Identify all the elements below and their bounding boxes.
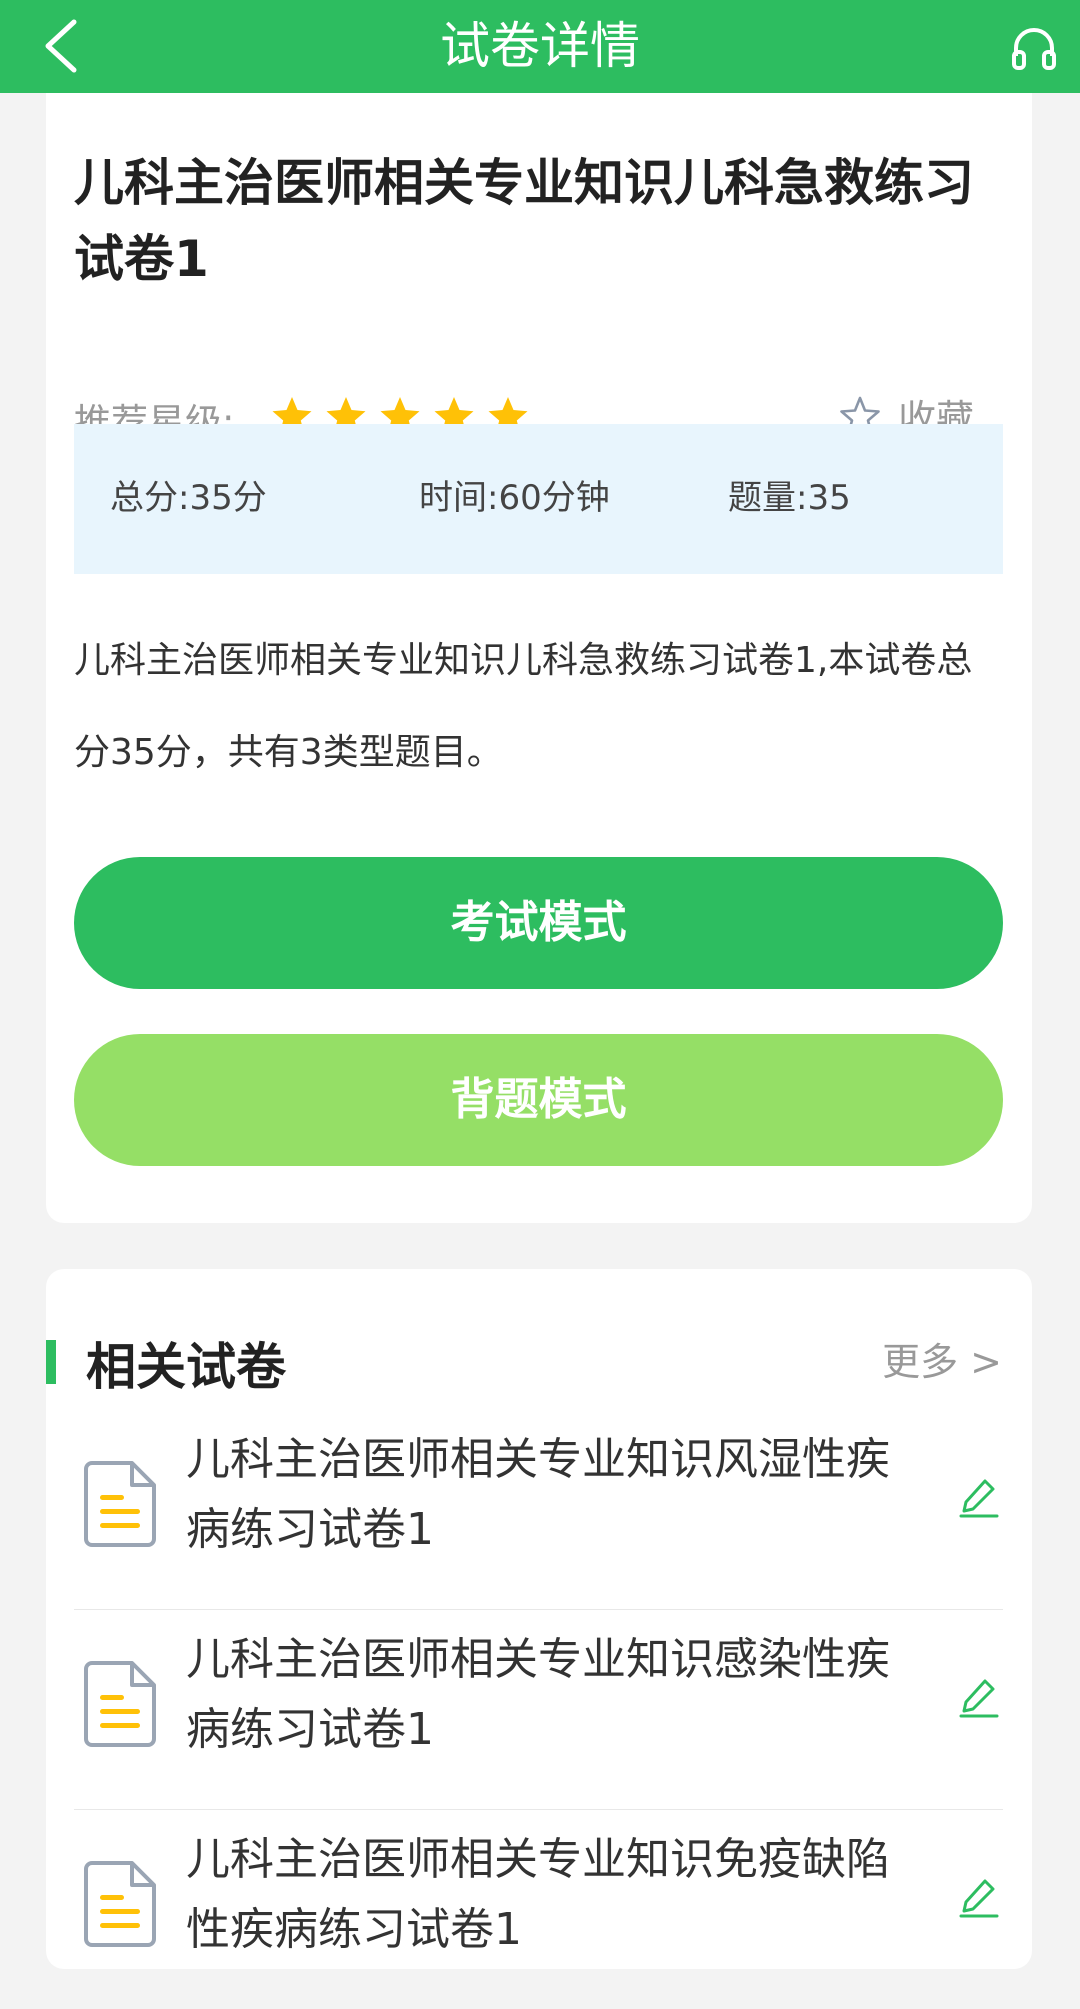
question-count: 题量:35 bbox=[728, 478, 851, 518]
headset-icon bbox=[1012, 28, 1056, 70]
more-link[interactable]: 更多 > bbox=[882, 1331, 1002, 1386]
paper-stats: 总分:35分 时间:60分钟 题量:35 bbox=[74, 424, 1003, 574]
recite-mode-button[interactable]: 背题模式 bbox=[74, 1034, 1003, 1166]
paper-description: 儿科主治医师相关专业知识儿科急救练习试卷1,本试卷总分35分，共有3类型题目。 bbox=[74, 640, 973, 773]
related-paper-title: 儿科主治医师相关专业知识风湿性疾病练习试卷1 bbox=[186, 1434, 890, 1555]
section-accent-bar bbox=[46, 1340, 56, 1384]
total-score: 总分:35分 bbox=[110, 478, 267, 518]
headset-button[interactable] bbox=[1008, 22, 1060, 74]
exam-mode-button[interactable]: 考试模式 bbox=[74, 857, 1003, 989]
document-icon bbox=[84, 1661, 156, 1747]
related-title: 相关试卷 bbox=[86, 1338, 286, 1396]
related-papers-card: 相关试卷 更多 > 儿科主治医师相关专业知识风湿性疾病练习试卷1 儿科主治医师相… bbox=[46, 1269, 1032, 1969]
time-limit: 时间:60分钟 bbox=[419, 478, 610, 518]
related-header: 相关试卷 更多 > bbox=[46, 1327, 1032, 1397]
pencil-icon[interactable] bbox=[957, 1475, 1001, 1519]
list-item[interactable]: 儿科主治医师相关专业知识免疫缺陷性疾病练习试卷1 bbox=[74, 1809, 1003, 2009]
pencil-icon[interactable] bbox=[957, 1875, 1001, 1919]
paper-detail-card: 儿科主治医师相关专业知识儿科急救练习试卷1 推荐星级: 收藏 总分:35分 时间… bbox=[46, 70, 1032, 1223]
top-bar: 试卷详情 bbox=[0, 0, 1080, 93]
page-title: 试卷详情 bbox=[440, 17, 640, 75]
related-paper-title: 儿科主治医师相关专业知识免疫缺陷性疾病练习试卷1 bbox=[186, 1834, 890, 1955]
pencil-icon[interactable] bbox=[957, 1675, 1001, 1719]
list-item[interactable]: 儿科主治医师相关专业知识感染性疾病练习试卷1 bbox=[74, 1609, 1003, 1810]
document-icon bbox=[84, 1861, 156, 1947]
related-paper-title: 儿科主治医师相关专业知识感染性疾病练习试卷1 bbox=[186, 1634, 890, 1755]
list-item[interactable]: 儿科主治医师相关专业知识风湿性疾病练习试卷1 bbox=[74, 1409, 1003, 1610]
paper-title: 儿科主治医师相关专业知识儿科急救练习试卷1 bbox=[74, 154, 974, 288]
document-icon bbox=[84, 1461, 156, 1547]
